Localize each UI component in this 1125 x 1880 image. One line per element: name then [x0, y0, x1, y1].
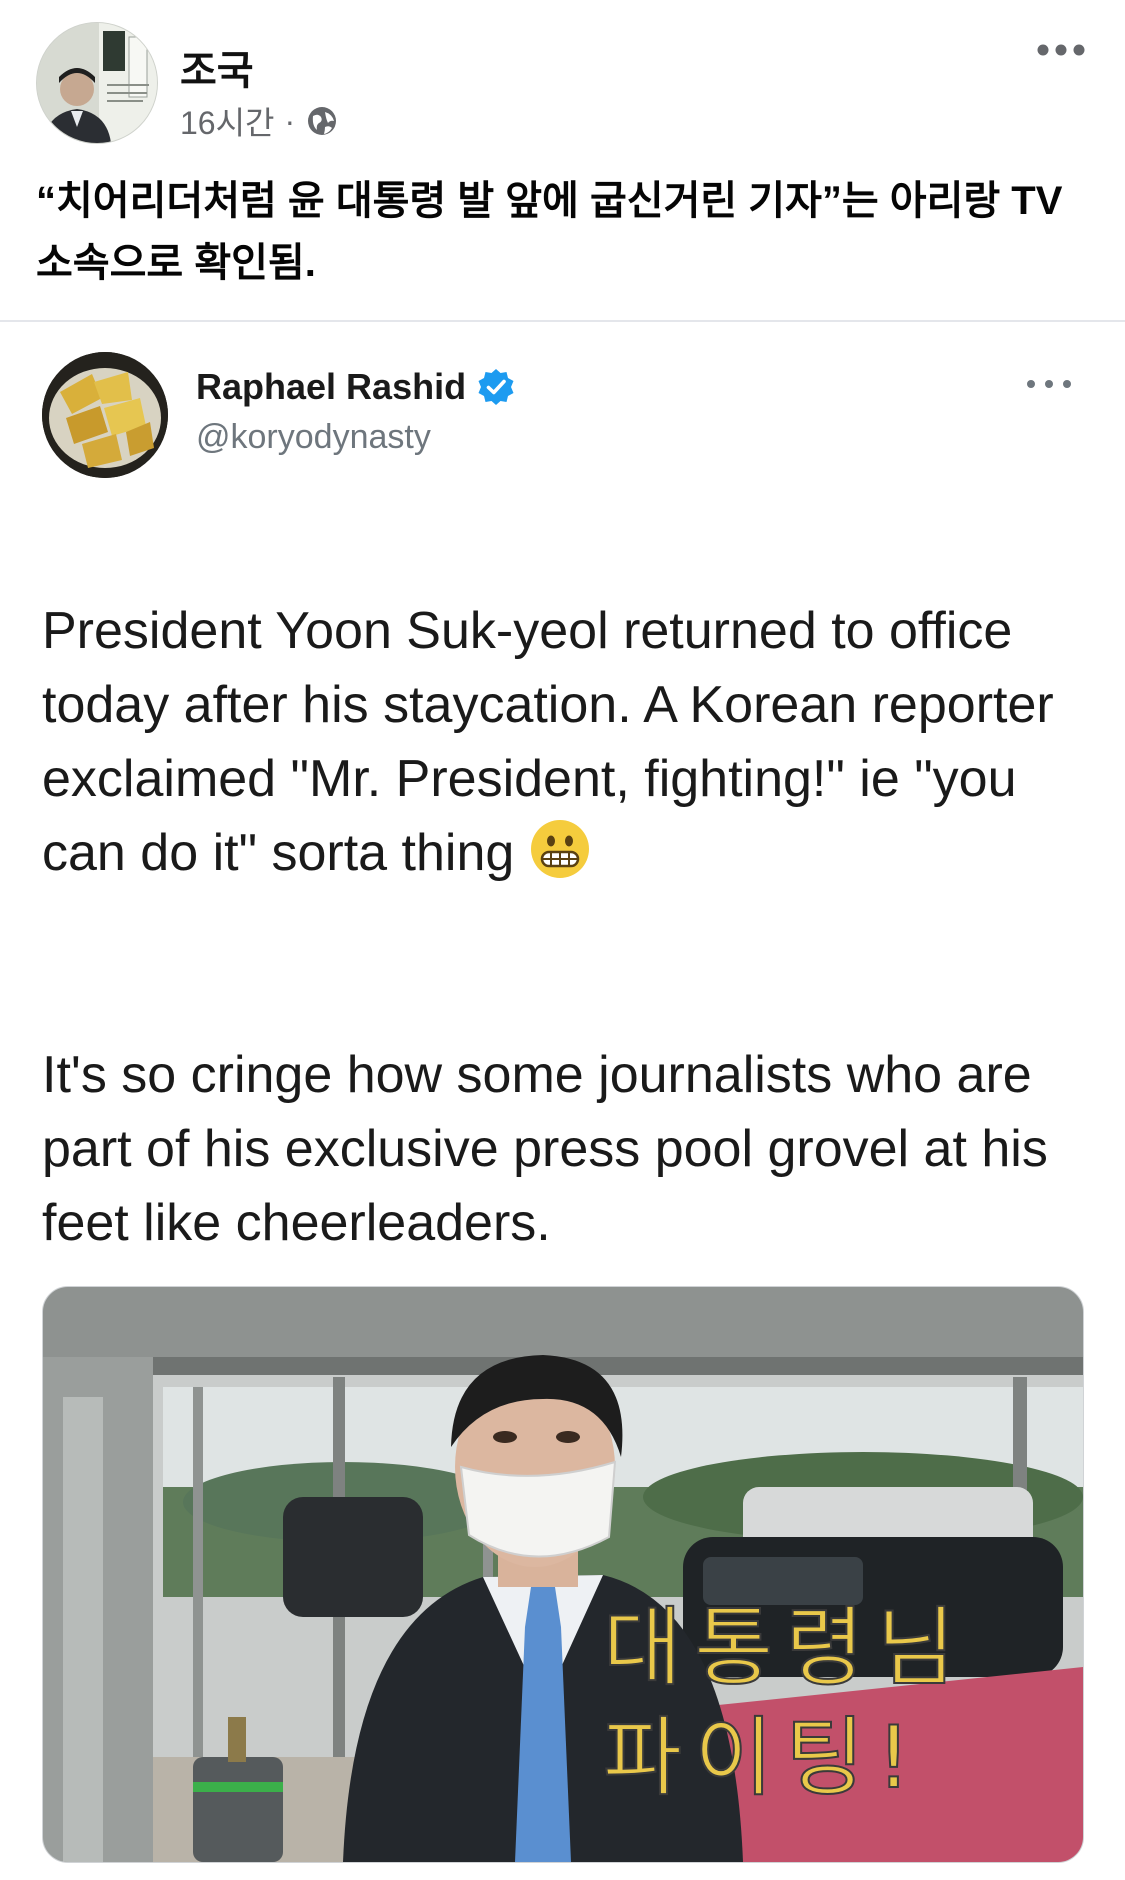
meta-separator: · [284, 102, 296, 139]
author-avatar-image [37, 23, 157, 143]
media-caption-line-2: 파이팅! [602, 1707, 923, 1809]
post-meta: 16시간 · [180, 98, 339, 144]
media-caption-line-1: 대통령님 [602, 1597, 968, 1699]
post-header: 조국 16시간 · [0, 0, 1125, 150]
author-avatar[interactable] [36, 22, 158, 144]
ellipsis-icon[interactable] [1021, 372, 1077, 396]
tweet-handle[interactable]: @koryodynasty [196, 418, 431, 457]
tweet-author-avatar[interactable] [42, 352, 168, 478]
post-text: “치어리더처럼 윤 대통령 발 앞에 굽신거린 기자”는 아리랑 TV 소속으로… [36, 179, 1063, 285]
verified-badge-icon [478, 369, 514, 405]
ellipsis-icon[interactable] [1031, 30, 1091, 70]
media-still-illustration [43, 1287, 1083, 1862]
tweet-body: President Yoon Suk-yeol returned to offi… [42, 520, 1082, 1334]
tweet-avatar-image [42, 352, 168, 478]
tweet-author-name[interactable]: Raphael Rashid [196, 366, 466, 408]
grimacing-face-emoji [530, 820, 589, 878]
tweet-paragraph-1: President Yoon Suk-yeol returned to offi… [42, 594, 1082, 890]
post-divider [0, 320, 1125, 322]
tweet-paragraph-2: It's so cringe how some journalists who … [42, 1046, 1048, 1252]
tweet-author-row: Raphael Rashid [196, 366, 516, 408]
tweet-media-image[interactable]: 대통령님 파이팅! [42, 1286, 1084, 1863]
author-name[interactable]: 조국 [180, 38, 254, 96]
post-time[interactable]: 16시간 [180, 98, 274, 144]
globe-icon[interactable] [305, 104, 339, 138]
